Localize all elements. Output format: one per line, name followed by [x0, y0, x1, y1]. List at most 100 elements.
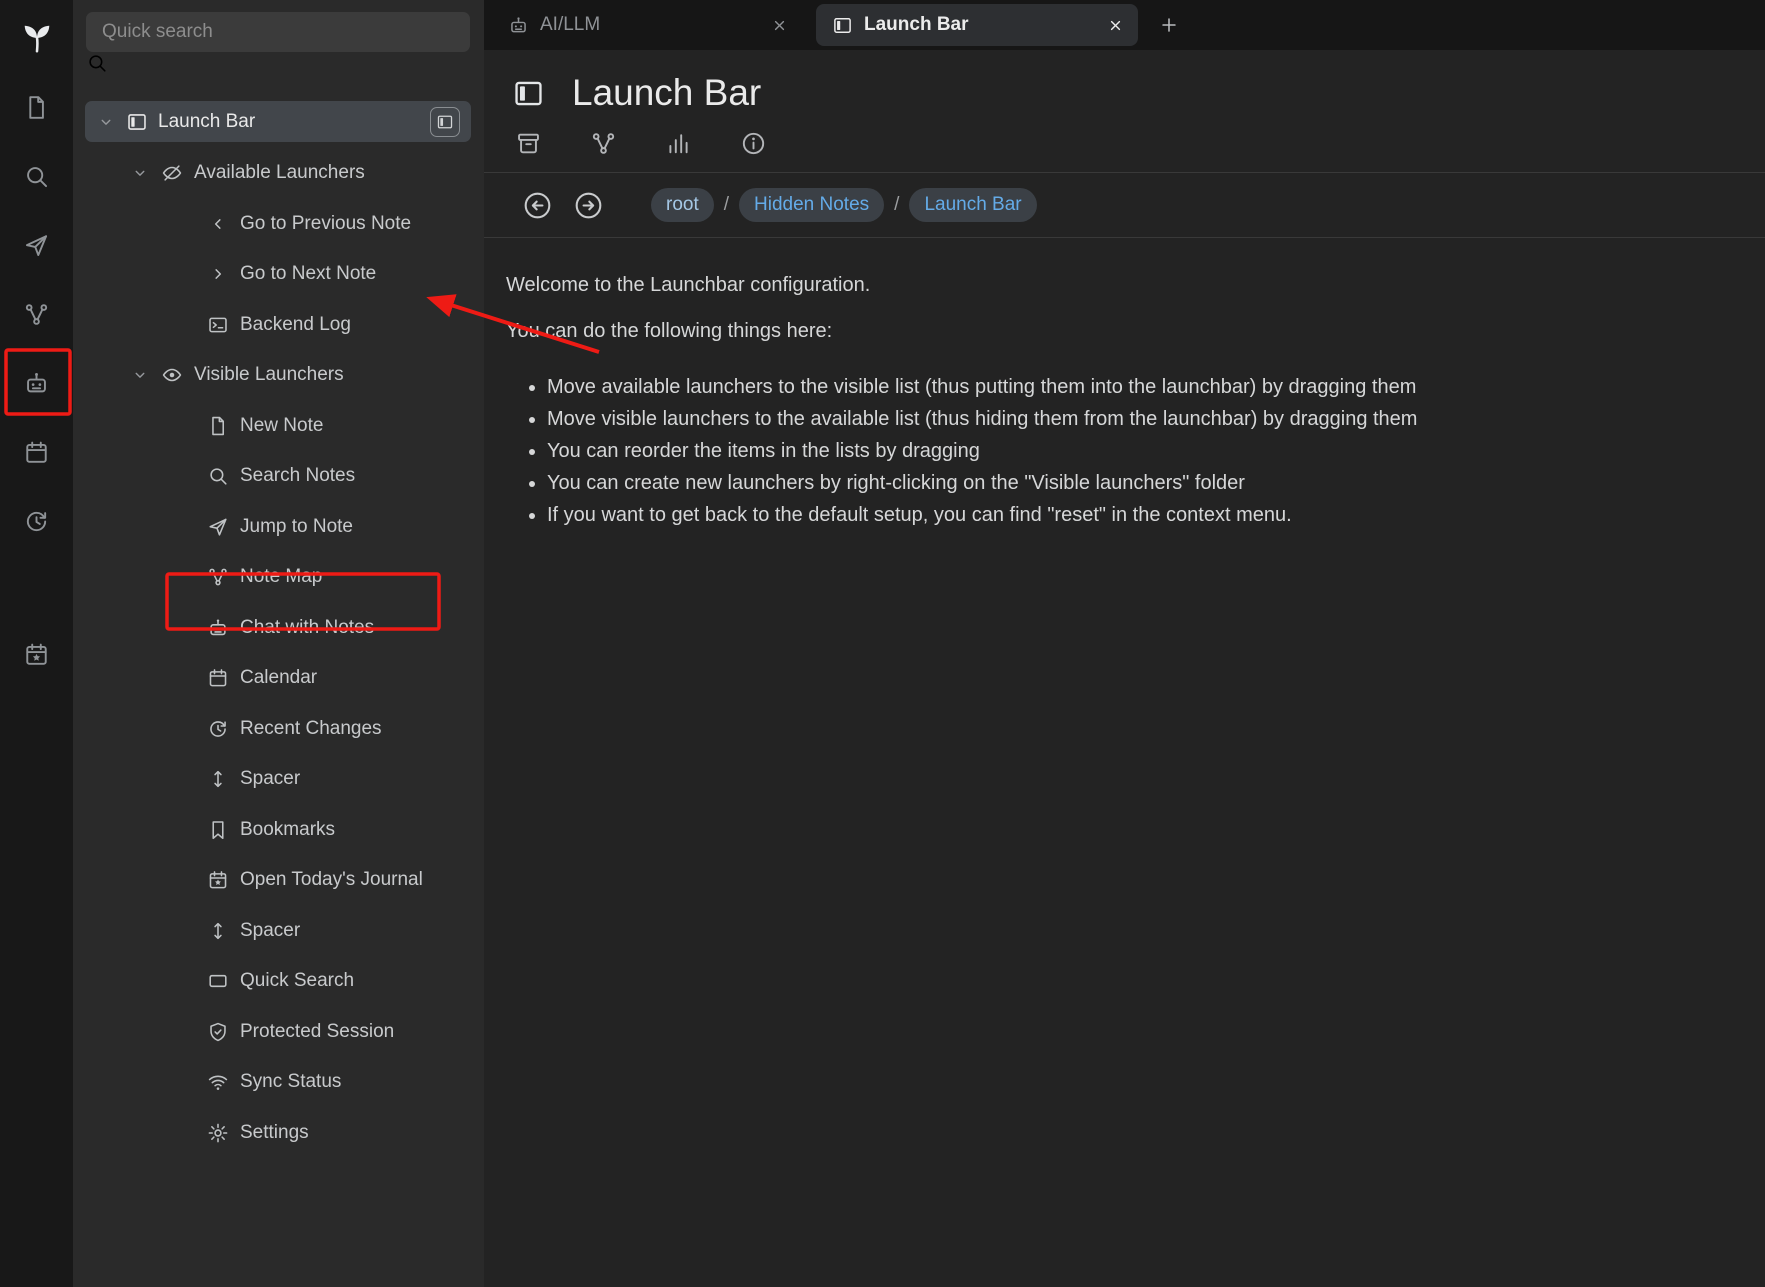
- todays-journal-button[interactable]: [0, 620, 73, 689]
- tree-item-launch-bar-root[interactable]: Launch Bar: [85, 101, 471, 142]
- info-icon: [740, 130, 767, 157]
- tree-item-spacer[interactable]: Spacer: [73, 754, 484, 805]
- new-note-button[interactable]: [0, 73, 73, 142]
- tab-label: AI/LLM: [540, 14, 600, 36]
- bot-icon: [23, 370, 50, 397]
- ribbon-archive-button[interactable]: [515, 130, 542, 157]
- bullet-item: You can reorder the items in the lists b…: [547, 435, 1725, 467]
- ribbon-bar-chart-button[interactable]: [665, 130, 692, 157]
- layout-icon: [832, 15, 853, 36]
- tree-item-note-map[interactable]: Note Map: [73, 552, 484, 603]
- tree-item-label: Note Map: [240, 566, 322, 588]
- bot-icon: [207, 617, 229, 639]
- spacer-icon: [207, 768, 229, 790]
- main-pane: AI/LLM Launch Bar Launch Bar root/Hidden …: [484, 0, 1765, 1287]
- breadcrumb-hidden-notes[interactable]: Hidden Notes: [739, 188, 884, 222]
- recent-changes-button[interactable]: [0, 487, 73, 556]
- file-icon: [23, 94, 50, 121]
- tree-item-chat-with-notes[interactable]: Chat with Notes: [73, 603, 484, 654]
- tree-item-spacer[interactable]: Spacer: [73, 906, 484, 957]
- tab-close-button[interactable]: [771, 17, 788, 34]
- new-tab-button[interactable]: [1158, 14, 1180, 36]
- bullet-list: Move available launchers to the visible …: [506, 371, 1725, 531]
- bullet-item: You can create new launchers by right-cl…: [547, 467, 1725, 499]
- tree-item-go-to-next-note[interactable]: Go to Next Note: [73, 249, 484, 300]
- spacer-icon: [207, 920, 229, 942]
- tree-item-label: New Note: [240, 415, 323, 437]
- eye-icon: [161, 364, 183, 386]
- tree-item-label: Backend Log: [240, 314, 351, 336]
- bot-icon: [508, 15, 529, 36]
- rect-icon: [207, 970, 229, 992]
- note-title: Launch Bar: [572, 72, 761, 114]
- tree-item-protected-session[interactable]: Protected Session: [73, 1007, 484, 1058]
- ribbon-branch-button[interactable]: [590, 130, 617, 157]
- file-icon: [207, 415, 229, 437]
- tree-item-visible-launchers[interactable]: Visible Launchers: [73, 350, 484, 401]
- bar-chart-icon: [665, 130, 692, 157]
- bullet-item: If you want to get back to the default s…: [547, 499, 1725, 531]
- tab-close-button[interactable]: [1107, 17, 1124, 34]
- tree-item-open-today-s-journal[interactable]: Open Today's Journal: [73, 855, 484, 906]
- calendar-button[interactable]: [0, 418, 73, 487]
- tree-item-label: Bookmarks: [240, 819, 335, 841]
- tree-item-label: Sync Status: [240, 1071, 341, 1093]
- bullet-item: Move available launchers to the visible …: [547, 371, 1725, 403]
- tree-item-label: Go to Previous Note: [240, 213, 411, 235]
- branch-icon: [590, 130, 617, 157]
- launcher-pane: [0, 0, 73, 1287]
- history-back-button[interactable]: [521, 189, 554, 222]
- layout-icon: [126, 111, 148, 133]
- breadcrumb-launch-bar[interactable]: Launch Bar: [909, 188, 1036, 222]
- tree-item-label: Visible Launchers: [194, 364, 344, 386]
- search-button[interactable]: [0, 142, 73, 211]
- tree-item-bookmarks[interactable]: Bookmarks: [73, 805, 484, 856]
- ribbon-info-button[interactable]: [740, 130, 767, 157]
- note-paragraph: Welcome to the Launchbar configuration.: [506, 274, 1725, 297]
- quick-search-input[interactable]: [86, 12, 470, 52]
- note-map-button[interactable]: [0, 280, 73, 349]
- breadcrumb: root/Hidden Notes/Launch Bar: [651, 188, 1037, 222]
- jump-to-note-button[interactable]: [0, 211, 73, 280]
- search-icon: [86, 52, 108, 74]
- tree-item-label: Spacer: [240, 920, 300, 942]
- tree-item-jump-to-note[interactable]: Jump to Note: [73, 502, 484, 553]
- note-content: Welcome to the Launchbar configuration. …: [484, 238, 1765, 531]
- tree-item-go-to-previous-note[interactable]: Go to Previous Note: [73, 199, 484, 250]
- tree-item-label: Calendar: [240, 667, 317, 689]
- archive-icon: [515, 130, 542, 157]
- arrow-left-circle-icon: [521, 189, 554, 222]
- tree-item-quick-search[interactable]: Quick Search: [73, 956, 484, 1007]
- tree-item-calendar[interactable]: Calendar: [73, 653, 484, 704]
- tree-item-available-launchers[interactable]: Available Launchers: [73, 148, 484, 199]
- history-forward-button[interactable]: [572, 189, 605, 222]
- tree-item-search-notes[interactable]: Search Notes: [73, 451, 484, 502]
- calendar-star-icon: [207, 869, 229, 891]
- eye-off-icon: [161, 162, 183, 184]
- send-icon: [207, 516, 229, 538]
- breadcrumb-root[interactable]: root: [651, 188, 714, 222]
- note-paragraph: You can do the following things here:: [506, 320, 1725, 343]
- tree-item-settings[interactable]: Settings: [73, 1108, 484, 1159]
- bookmark-icon: [207, 819, 229, 841]
- tab-ai-llm[interactable]: AI/LLM: [484, 4, 802, 46]
- bullet-item: Move visible launchers to the available …: [547, 403, 1725, 435]
- history-icon: [207, 718, 229, 740]
- launch-bar-badge-button[interactable]: [430, 107, 460, 137]
- tree-item-label: Settings: [240, 1122, 309, 1144]
- tree-item-label: Chat with Notes: [240, 617, 374, 639]
- calendar-icon: [207, 667, 229, 689]
- ribbon-row: [484, 114, 1765, 173]
- tree-item-new-note[interactable]: New Note: [73, 401, 484, 452]
- tree-root-label: Launch Bar: [158, 111, 255, 133]
- tree-item-sync-status[interactable]: Sync Status: [73, 1057, 484, 1108]
- plus-icon: [1158, 14, 1180, 36]
- tree-item-label: Recent Changes: [240, 718, 382, 740]
- tree-item-backend-log[interactable]: Backend Log: [73, 300, 484, 351]
- tab-launch-bar[interactable]: Launch Bar: [816, 4, 1138, 46]
- layout-icon: [512, 77, 545, 110]
- tree-item-recent-changes[interactable]: Recent Changes: [73, 704, 484, 755]
- app-logo-button[interactable]: [0, 0, 73, 73]
- chat-with-notes-button[interactable]: [0, 349, 73, 418]
- shield-icon: [207, 1021, 229, 1043]
